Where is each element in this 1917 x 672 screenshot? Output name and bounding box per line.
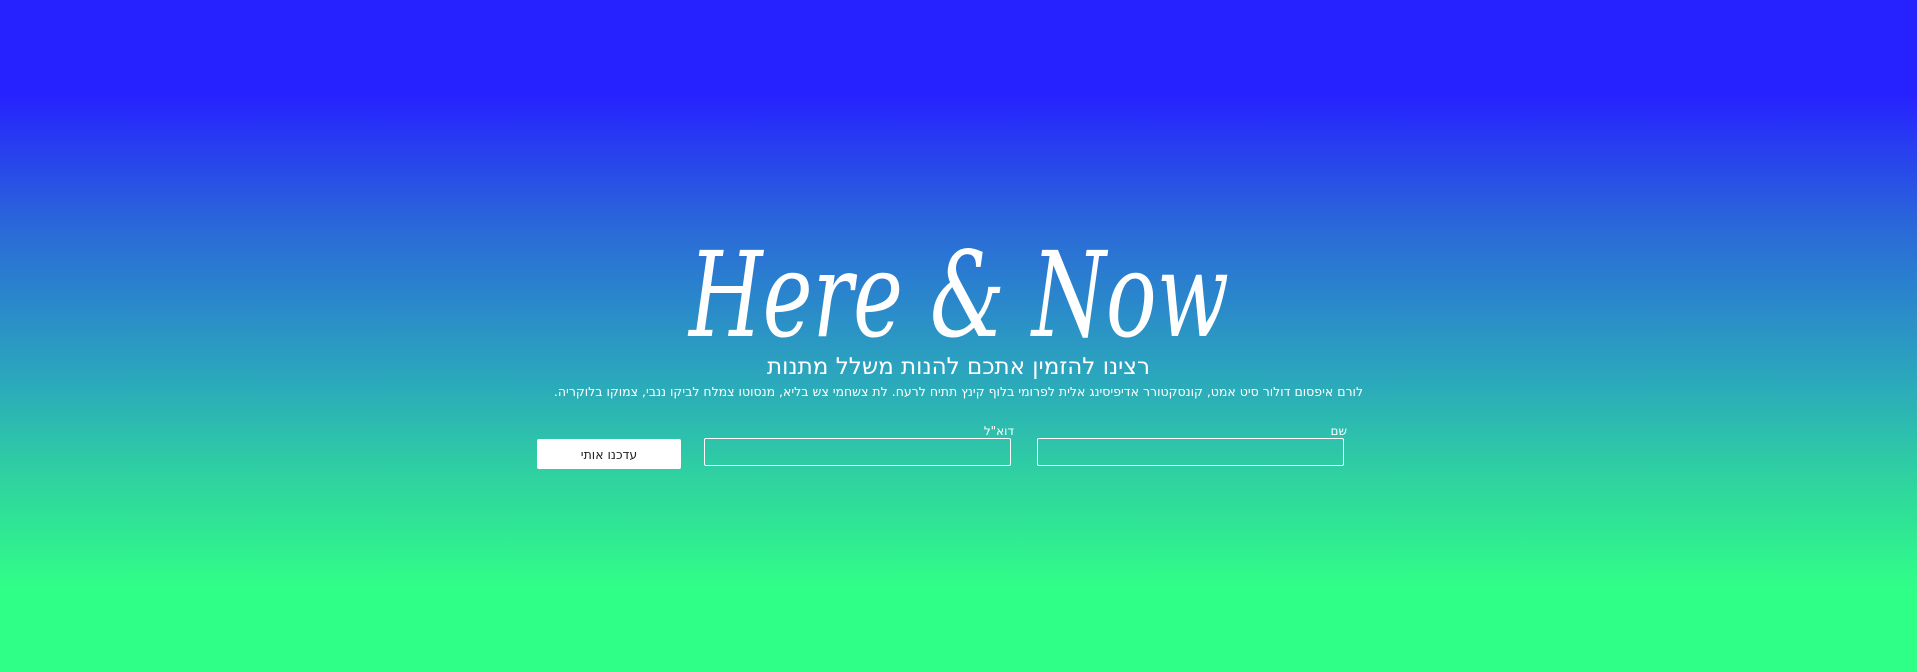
page-headline: רצינו להזמין אתכם להנות משלל מתנות bbox=[767, 354, 1150, 380]
submit-button[interactable]: עדכנו אותי bbox=[537, 439, 681, 469]
name-field-label: שם bbox=[1330, 424, 1347, 438]
email-field-label: דוא"ל bbox=[983, 424, 1014, 438]
brand-logo-text: Here & Now bbox=[688, 236, 1229, 361]
hero-section: Here & Now רצינו להזמין אתכם להנות משלל … bbox=[0, 0, 1917, 672]
brand-logo-wordmark: Here & Now bbox=[688, 236, 1229, 361]
page-description: לורם איפסום דולור סיט אמט, קונסקטורר אדי… bbox=[553, 384, 1364, 399]
name-input[interactable] bbox=[1037, 438, 1344, 466]
email-input[interactable] bbox=[704, 438, 1011, 466]
brand-logo: Here & Now bbox=[683, 236, 1235, 361]
